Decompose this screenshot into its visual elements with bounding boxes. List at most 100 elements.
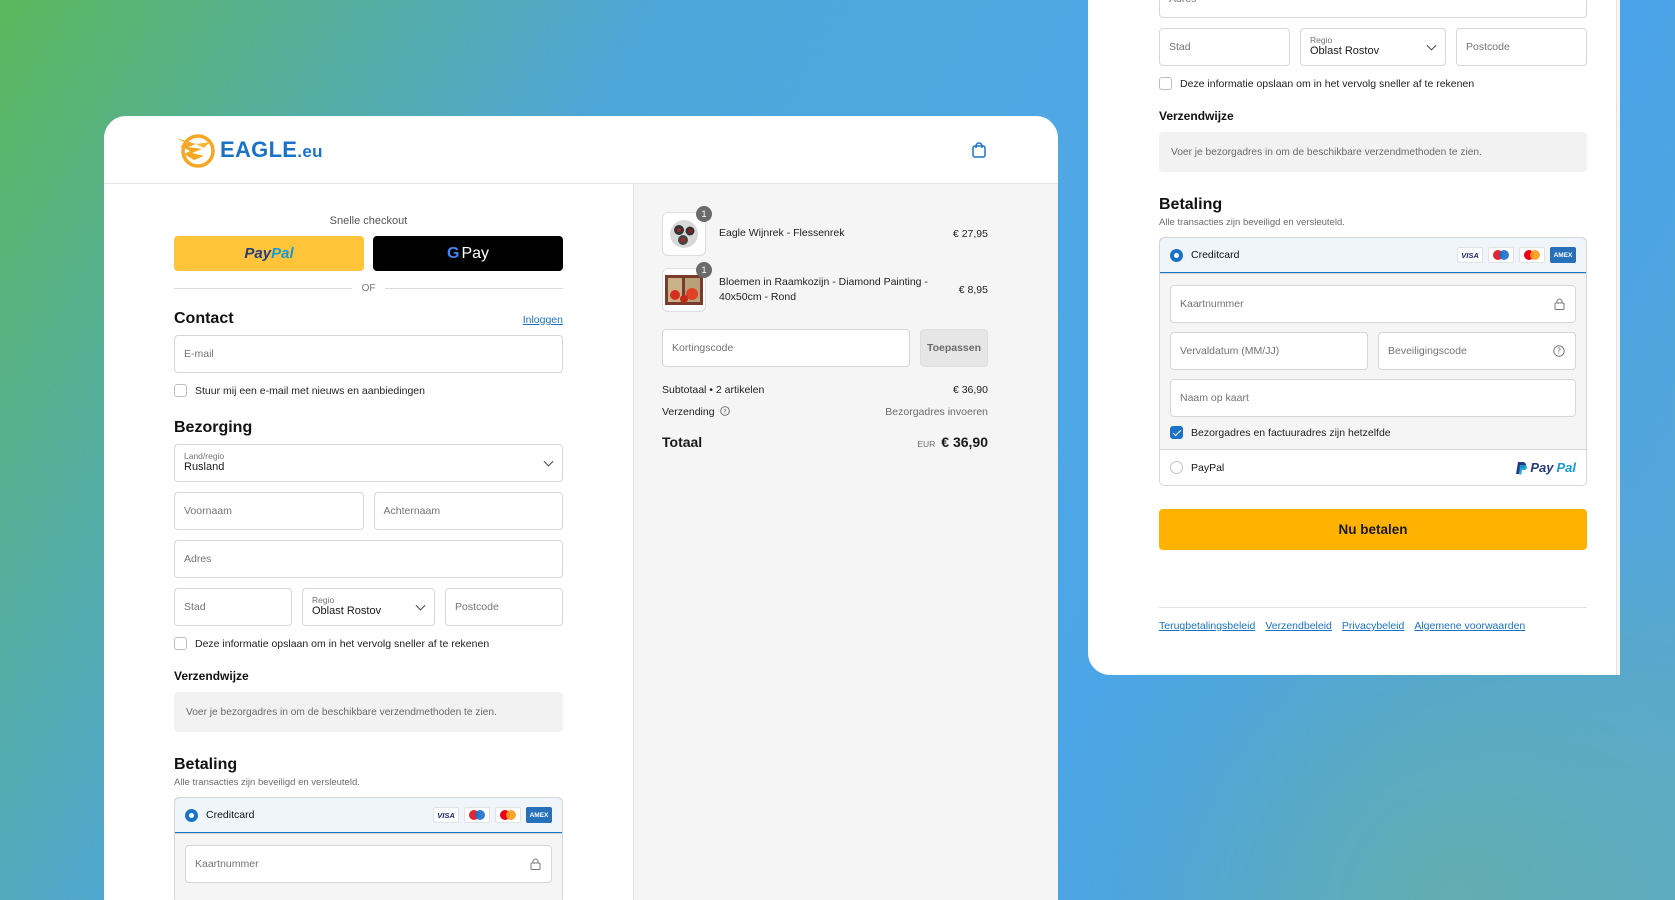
city-row: Stad Regio Oblast Rostov Postcode [1159,28,1587,66]
same-address-option[interactable]: Bezorgadres en factuuradres zijn hetzelf… [1170,426,1576,439]
refund-policy-link[interactable]: Terugbetalingsbeleid [1159,620,1255,632]
amex-icon: AMEX [1550,247,1576,263]
shipping-notice: Voer je bezorgadres in om de beschikbare… [174,692,563,732]
brand-name: EAGLE.eu [220,136,323,162]
item-name: Eagle Wijnrek - Flessenrek [719,227,845,240]
save-info-option[interactable]: Deze informatie opslaan om in het vervol… [174,637,563,650]
card-number-field[interactable]: Kaartnummer [1170,285,1576,323]
brand-logo[interactable]: EAGLE.eu [174,130,323,170]
chevron-down-icon [415,600,426,611]
shipping-notice: Voer je bezorgadres in om de beschikbare… [1159,132,1587,172]
card-form: Kaartnummer [175,833,562,900]
shipping-policy-link[interactable]: Verzendbeleid [1265,620,1332,632]
help-icon[interactable]: ? [1553,345,1565,357]
email-field[interactable]: E-mail [174,335,563,373]
chevron-down-icon [543,456,554,467]
name-row: Voornaam Achternaam [174,492,563,530]
product-thumbnail: 1 [662,262,712,312]
card-number-field[interactable]: Kaartnummer [185,845,552,883]
svg-text:?: ? [1557,347,1561,356]
apply-discount-button[interactable]: Toepassen [920,329,988,367]
or-divider: OF [174,283,563,294]
mastercard-icon [1519,247,1545,263]
help-icon[interactable]: ? [720,406,731,416]
paypal-option[interactable]: PayPal Pay Pal [1160,449,1586,485]
newsletter-checkbox[interactable] [174,384,187,397]
paypal-radio[interactable] [1170,461,1183,474]
contact-header: Contact Inloggen [174,310,563,328]
svg-text:?: ? [724,407,727,415]
creditcard-option[interactable]: Creditcard VISA AMEX [175,798,562,833]
shipping-value: Bezorgadres invoeren [885,406,988,418]
region-select[interactable]: Regio Oblast Rostov [302,588,435,626]
payment-title: Betaling [1159,196,1223,213]
creditcard-label: Creditcard [1191,249,1240,261]
total-row: Totaal EUR € 36,90 [662,434,988,450]
amex-icon: AMEX [526,807,552,823]
city-field[interactable]: Stad [174,588,292,626]
save-info-option[interactable]: Deze informatie opslaan om in het vervol… [1159,77,1587,90]
shipping-label: Verzending ? [662,406,731,418]
postcode-field[interactable]: Postcode [445,588,563,626]
express-checkout-label: Snelle checkout [329,215,408,227]
summary-edge [1616,0,1620,675]
payment-methods: Creditcard VISA AMEX Kaartnummer Vervald… [1159,237,1587,486]
expiry-security-row: Vervaldatum (MM/JJ) Beveiligingscode ? [1170,332,1576,379]
maestro-icon [464,807,490,823]
privacy-policy-link[interactable]: Privacybeleid [1342,620,1404,632]
save-info-checkbox[interactable] [1159,77,1172,90]
pay-now-button[interactable]: Nu betalen [1159,509,1587,550]
contact-title: Contact [174,310,234,327]
country-select[interactable]: Land/regio Rusland [174,444,563,482]
quantity-badge: 1 [696,262,712,278]
lock-icon [530,858,541,870]
expiry-field[interactable]: Vervaldatum (MM/JJ) [1170,332,1368,370]
card-brand-icons: VISA AMEX [1457,247,1576,263]
shopping-bag-icon[interactable] [970,141,988,159]
save-info-label: Deze informatie opslaan om in het vervol… [195,637,490,650]
first-name-field[interactable]: Voornaam [174,492,364,530]
city-field[interactable]: Stad [1159,28,1290,66]
google-pay-button[interactable]: G Pay [373,236,563,271]
payment-methods: Creditcard VISA AMEX Kaartnummer [174,797,563,900]
visa-icon: VISA [433,807,459,823]
login-link[interactable]: Inloggen [523,314,563,326]
address-field[interactable]: Adres [1159,0,1587,18]
creditcard-radio[interactable] [1170,248,1183,262]
newsletter-option[interactable]: Stuur mij een e-mail met nieuws en aanbi… [174,384,563,397]
cart-item: 1 Eagle Wijnrek - Flessenrek € 27,95 [662,206,988,256]
last-name-field[interactable]: Achternaam [373,492,563,530]
name-on-card-field[interactable]: Naam op kaart [1170,379,1576,417]
terms-link[interactable]: Algemene voorwaarden [1414,620,1525,632]
google-g-icon: G [446,244,460,262]
discount-code-field[interactable]: Kortingscode [662,329,910,367]
header: EAGLE.eu [104,116,1058,184]
item-price: € 27,95 [952,228,988,240]
newsletter-label: Stuur mij een e-mail met nieuws en aanbi… [195,384,425,397]
region-select[interactable]: Regio Oblast Rostov [1300,28,1446,66]
same-address-checkbox[interactable] [1170,426,1183,439]
address-field[interactable]: Adres [174,540,563,578]
city-row: Stad Regio Oblast Rostov Postcode [174,588,563,626]
checkout-card-scrolled: Adres Stad Regio Oblast Rostov Postcode … [1088,0,1620,675]
shipping-title: Verzendwijze [1159,109,1234,123]
subtotal-row: Subtotaal • 2 artikelen € 36,90 [662,384,988,396]
delivery-title: Bezorging [174,419,253,436]
creditcard-option[interactable]: Creditcard VISA AMEX [1160,238,1586,273]
payment-title: Betaling [174,756,238,773]
creditcard-label: Creditcard [206,809,255,821]
postcode-field[interactable]: Postcode [1456,28,1587,66]
total-label: Totaal [662,434,703,450]
save-info-checkbox[interactable] [174,637,187,650]
paypal-express-button[interactable]: Pay Pal [174,236,364,271]
express-checkout-buttons: Pay Pal G Pay [174,236,563,271]
mastercard-icon [495,807,521,823]
subtotal-label: Subtotaal • 2 artikelen [662,384,765,396]
security-code-field[interactable]: Beveiligingscode ? [1378,332,1576,370]
payment-subtitle: Alle transacties zijn beveiligd en versl… [174,777,360,788]
same-address-label: Bezorgadres en factuuradres zijn hetzelf… [1191,426,1391,439]
item-price: € 8,95 [958,284,988,296]
paypal-logo: Pay Pal [1515,460,1576,475]
visa-icon: VISA [1457,247,1483,263]
creditcard-radio[interactable] [185,808,198,822]
